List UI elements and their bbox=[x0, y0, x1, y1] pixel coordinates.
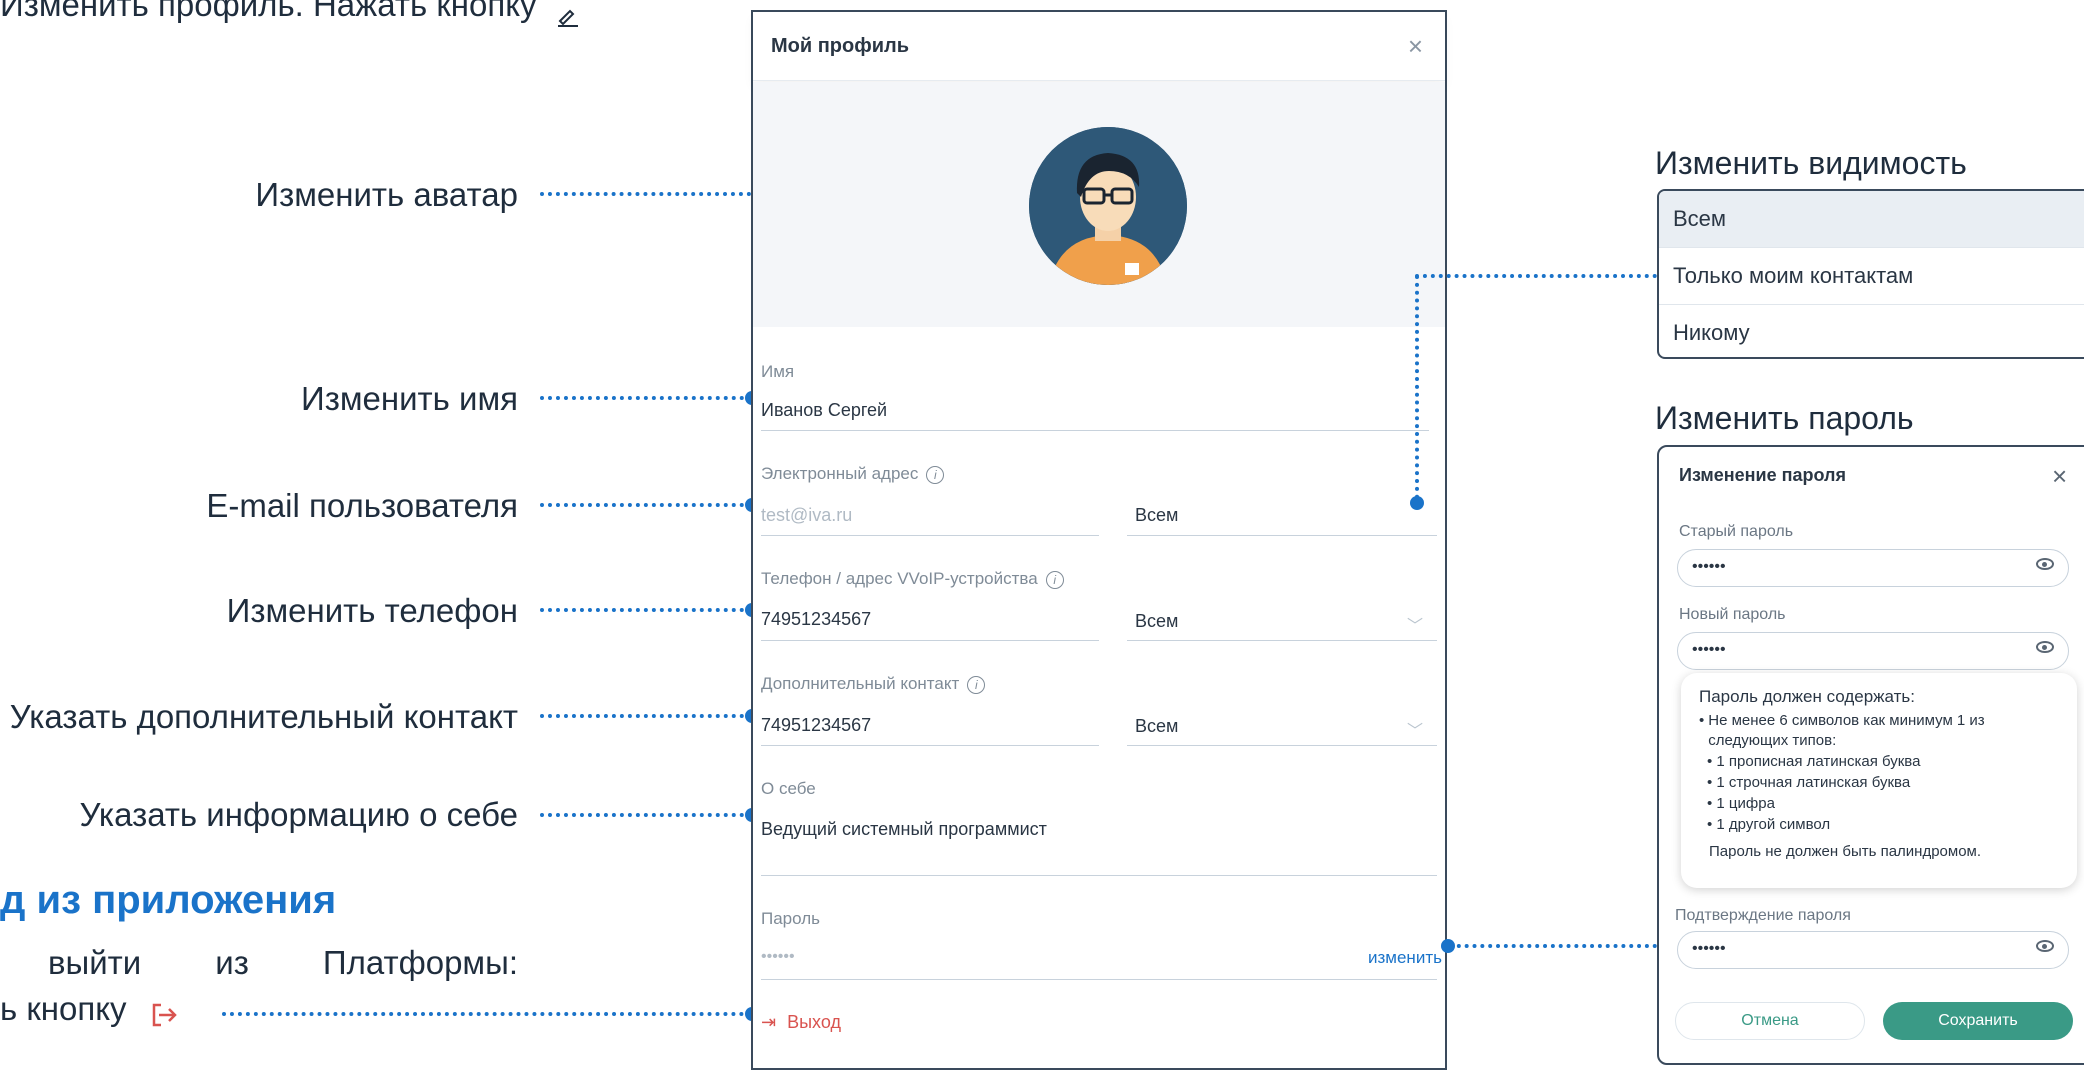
logout-text-line1: выйти из Платформы: bbox=[48, 944, 518, 981]
extra-contact-label: Дополнительный контакт i bbox=[761, 674, 986, 694]
info-icon[interactable]: i bbox=[926, 465, 945, 484]
rules-item-text: 1 цифра bbox=[1716, 795, 1775, 812]
rules-main-text: Не менее 6 символов как минимум 1 из сле… bbox=[1708, 712, 1985, 749]
visibility-option-all[interactable]: Всем bbox=[1659, 191, 2084, 248]
close-icon[interactable]: × bbox=[2052, 461, 2067, 492]
logout-text-line2: ь кнопку bbox=[0, 990, 178, 1028]
about-label: О себе bbox=[761, 779, 816, 798]
phone-visibility-select[interactable]: Всем bbox=[1135, 611, 1178, 632]
new-password-label: Новый пароль bbox=[1679, 606, 1786, 623]
old-password-input[interactable]: •••••• bbox=[1677, 549, 2069, 587]
callout-phone: Изменить телефон bbox=[226, 592, 518, 629]
close-icon[interactable]: × bbox=[1408, 33, 1423, 59]
change-password-link[interactable]: изменить bbox=[1368, 948, 1442, 968]
logout-label: Выход bbox=[787, 1012, 841, 1032]
eye-icon[interactable] bbox=[2036, 558, 2054, 570]
rules-item-text: 1 другой символ bbox=[1716, 816, 1831, 833]
rules-item-text: 1 прописная латинская буква bbox=[1716, 753, 1921, 770]
name-label: Имя bbox=[761, 362, 795, 381]
extra-contact-label-text: Дополнительный контакт bbox=[761, 674, 960, 693]
callout-email: E-mail пользователя bbox=[206, 487, 518, 524]
eye-icon[interactable] bbox=[2036, 641, 2054, 653]
visibility-menu: Всем Только моим контактам Никому bbox=[1657, 189, 2084, 359]
old-password-value: •••••• bbox=[1692, 558, 1726, 575]
top-instruction-text: Изменить профиль. Нажать кнопку bbox=[0, 0, 537, 23]
rules-bullet: • bbox=[1699, 712, 1705, 729]
extra-contact-visibility-select[interactable]: Всем bbox=[1135, 716, 1178, 737]
callout-name: Изменить имя bbox=[300, 380, 518, 417]
old-password-label: Старый пароль bbox=[1679, 523, 1794, 540]
rules-item: • 1 прописная латинская буква bbox=[1707, 753, 1921, 770]
avatar[interactable] bbox=[1029, 127, 1187, 285]
rules-item: • 1 строчная латинская буква bbox=[1707, 774, 1911, 791]
email-label: Электронный адрес i bbox=[761, 464, 945, 484]
top-instruction: Изменить профиль. Нажать кнопку bbox=[0, 0, 580, 28]
new-password-input[interactable]: •••••• bbox=[1677, 632, 2069, 670]
new-password-value: •••••• bbox=[1692, 641, 1726, 658]
logout-icon: ⇥ bbox=[761, 1012, 777, 1032]
phone-label-text: Телефон / адрес VVoIP-устройства bbox=[761, 569, 1038, 588]
extra-contact-input[interactable]: 74951234567 bbox=[761, 715, 871, 736]
email-field[interactable]: test@iva.ru bbox=[761, 505, 852, 526]
callout-extra-contact: Указать дополнительный контакт bbox=[9, 698, 518, 735]
info-icon[interactable]: i bbox=[1045, 570, 1064, 589]
password-heading: Изменить пароль bbox=[1655, 400, 1914, 436]
save-button[interactable]: Сохранить bbox=[1883, 1002, 2073, 1040]
rules-footer: Пароль не должен быть палиндромом. bbox=[1709, 843, 1982, 860]
info-icon[interactable]: i bbox=[967, 675, 986, 694]
visibility-option-contacts[interactable]: Только моим контактам bbox=[1659, 248, 2084, 305]
profile-dialog-header: Мой профиль × bbox=[753, 12, 1445, 81]
rules-title: Пароль должен содержать: bbox=[1699, 687, 1915, 706]
logout-icon bbox=[150, 998, 178, 1027]
rules-item: • 1 другой символ bbox=[1707, 816, 1831, 833]
cancel-button[interactable]: Отмена bbox=[1675, 1002, 1865, 1040]
eye-icon[interactable] bbox=[2036, 940, 2054, 952]
confirm-password-input[interactable]: •••••• bbox=[1677, 931, 2069, 969]
edit-icon bbox=[556, 0, 580, 28]
rules-main: • Не менее 6 символов как минимум 1 из сл… bbox=[1699, 711, 2059, 751]
rules-item: • 1 цифра bbox=[1707, 795, 1775, 812]
password-value: •••••• bbox=[761, 948, 795, 965]
password-label: Пароль bbox=[761, 909, 820, 928]
password-rules-tooltip: Пароль должен содержать: • Не менее 6 сим… bbox=[1681, 673, 2077, 888]
phone-label: Телефон / адрес VVoIP-устройства i bbox=[761, 569, 1064, 589]
callout-about: Указать информацию о себе bbox=[79, 796, 518, 833]
rules-item-text: 1 строчная латинская буква bbox=[1716, 774, 1911, 791]
profile-dialog: Мой профиль × Имя Иванов Сергей Электрон… bbox=[751, 10, 1447, 1070]
confirm-password-value: •••••• bbox=[1692, 940, 1726, 957]
password-dialog-title: Изменение пароля bbox=[1679, 465, 1846, 485]
chevron-down-icon[interactable]: ﹀ bbox=[1407, 717, 1423, 741]
rules-list: • 1 прописная латинская буква • 1 строчн… bbox=[1699, 751, 2059, 835]
email-label-text: Электронный адрес bbox=[761, 464, 919, 483]
logout-text-line2-label: ь кнопку bbox=[0, 990, 127, 1027]
logout-button[interactable]: ⇥ Выход bbox=[761, 1012, 841, 1033]
password-dialog: Изменение пароля × Старый пароль •••••• … bbox=[1657, 445, 2084, 1065]
visibility-heading: Изменить видимость bbox=[1655, 145, 1967, 181]
email-visibility-select[interactable]: Всем bbox=[1135, 505, 1178, 526]
name-input[interactable]: Иванов Сергей bbox=[761, 400, 887, 421]
visibility-option-none[interactable]: Никому bbox=[1659, 305, 2084, 357]
confirm-password-label: Подтверждение пароля bbox=[1675, 907, 1851, 924]
logout-heading: д из приложения bbox=[0, 878, 337, 922]
chevron-down-icon[interactable]: ﹀ bbox=[1407, 612, 1423, 636]
phone-input[interactable]: 74951234567 bbox=[761, 609, 871, 630]
profile-dialog-title: Мой профиль bbox=[771, 34, 910, 57]
callout-avatar: Изменить аватар bbox=[255, 176, 518, 213]
about-input[interactable]: Ведущий системный программист bbox=[761, 819, 1047, 840]
avatar-area bbox=[753, 82, 1445, 327]
